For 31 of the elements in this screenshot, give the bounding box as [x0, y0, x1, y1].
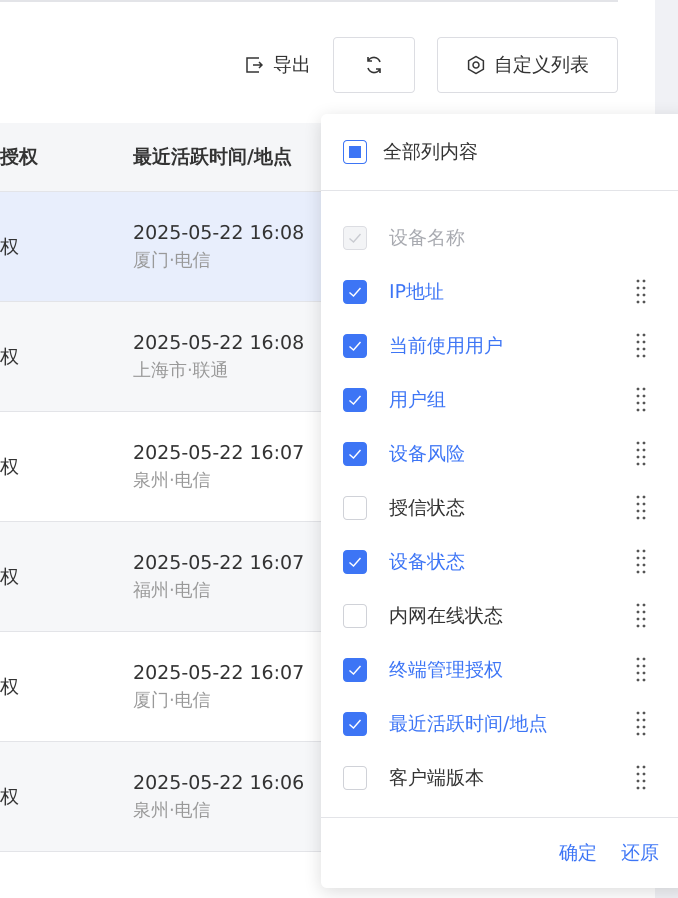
active-location: 上海市·联通	[133, 358, 230, 382]
active-location: 福州·电信	[133, 578, 212, 602]
active-location: 厦门·电信	[133, 688, 212, 712]
active-time: 2025-05-22 16:07	[133, 552, 304, 574]
active-time: 2025-05-22 16:08	[133, 332, 304, 354]
table-cell-text: 权	[0, 344, 20, 370]
column-label: 客户端版本	[389, 766, 484, 791]
table-cell-text: 权	[0, 234, 20, 260]
column-label: 内网在线状态	[389, 604, 503, 629]
column-label: IP地址	[389, 280, 444, 305]
column-label: 授信状态	[389, 496, 465, 521]
table-cell-text: 权	[0, 784, 20, 810]
table-cell-text: 权	[0, 454, 20, 480]
column-label: 终端管理授权	[389, 658, 503, 683]
table-cell-text: 权	[0, 564, 20, 590]
active-location: 厦门·电信	[133, 248, 212, 272]
column-label: 用户组	[389, 388, 446, 413]
column-label: 当前使用用户	[389, 334, 503, 359]
column-label: 设备状态	[389, 550, 465, 575]
active-time: 2025-05-22 16:06	[133, 772, 304, 794]
active-location: 泉州·电信	[133, 468, 212, 492]
table-cell-text: 权	[0, 674, 20, 700]
column-label: 设备名称	[389, 226, 465, 251]
select-all-label: 全部列内容	[383, 140, 478, 165]
active-time: 2025-05-22 16:07	[133, 662, 304, 684]
column-label: 设备风险	[389, 442, 465, 467]
column-header: 最近活跃时间/地点	[133, 145, 292, 170]
column-label: 最近活跃时间/地点	[389, 712, 548, 737]
active-time: 2025-05-22 16:08	[133, 222, 304, 244]
active-time: 2025-05-22 16:07	[133, 442, 304, 464]
active-location: 泉州·电信	[133, 798, 212, 822]
